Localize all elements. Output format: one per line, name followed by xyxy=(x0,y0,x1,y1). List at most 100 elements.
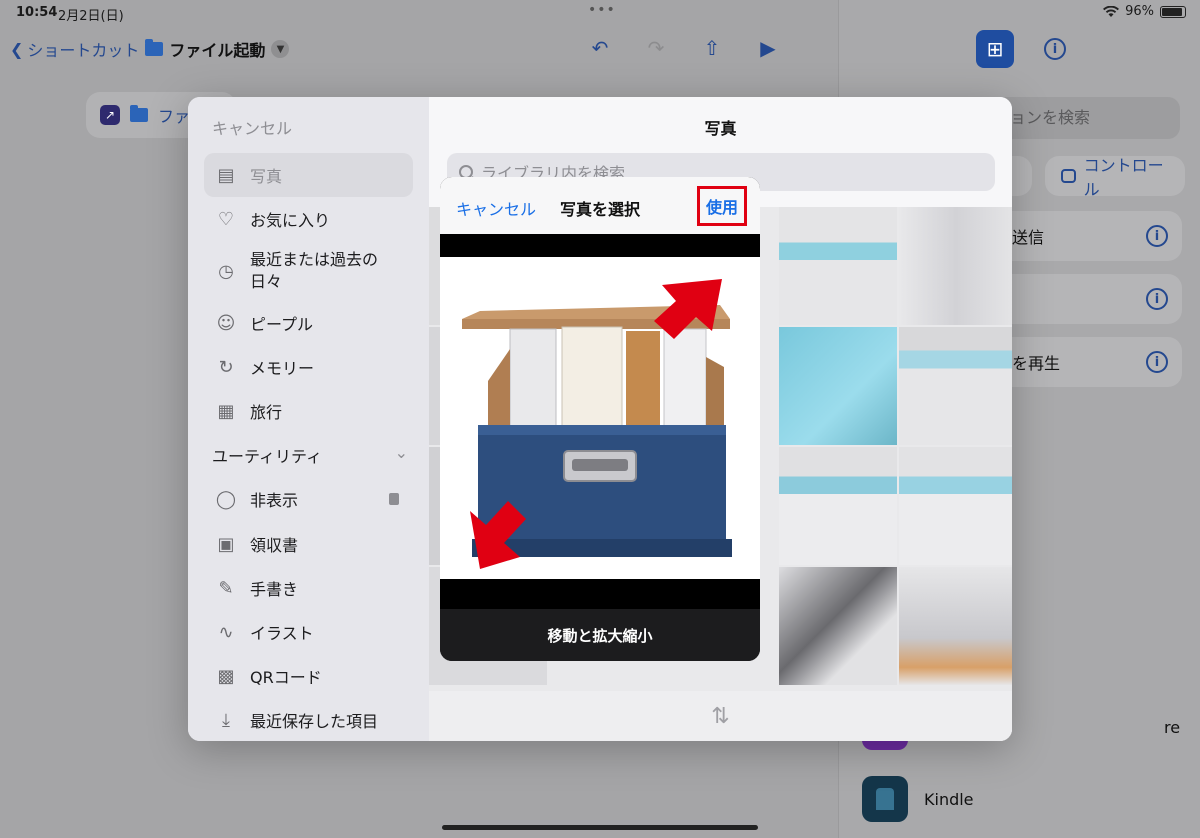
share-icon[interactable]: ⇧ xyxy=(700,36,724,60)
sidebar-item-trips[interactable]: ▦ 旅行 xyxy=(204,399,413,423)
scribble-icon: ∿ xyxy=(218,621,234,643)
info-icon[interactable]: i xyxy=(1146,225,1168,247)
crop-cancel-button[interactable]: キャンセル xyxy=(456,196,536,220)
crop-title: 写真を選択 xyxy=(560,200,641,219)
sidebar-item-label: 写真 xyxy=(250,167,283,186)
sidebar-item-handwriting[interactable]: ✎ 手書き xyxy=(204,576,413,600)
sidebar-item-label: 最近または過去の日々 xyxy=(250,250,379,291)
info-icon[interactable]: i xyxy=(1146,351,1168,373)
sidebar-item-label: 非表示 xyxy=(250,491,299,510)
picker-sidebar: キャンセル ▤ 写真 ♡ お気に入り ◷ 最近または過去の日々 ☺ ピープル ↻… xyxy=(188,97,429,741)
photo-thumbnail[interactable] xyxy=(899,327,1012,445)
sidebar-item-label: QRコード xyxy=(250,668,322,687)
download-icon: ⤓ xyxy=(222,709,230,731)
status-bar: 10:54 2月2日(日) ••• 96% xyxy=(0,0,1200,26)
sidebar-item-label: メモリー xyxy=(250,359,315,378)
photo-thumbnail[interactable] xyxy=(899,447,1012,565)
photo-thumbnail[interactable] xyxy=(779,567,897,685)
status-date: 2月2日(日) xyxy=(58,9,124,24)
folder-icon xyxy=(145,39,164,56)
sidebar-item-illustrations[interactable]: ∿ イラスト xyxy=(204,620,413,644)
battery-icon xyxy=(1160,5,1186,18)
heart-icon: ♡ xyxy=(217,208,235,230)
sidebar-item-hidden[interactable]: ◯ 非表示 xyxy=(204,487,413,511)
selected-photo-file-box[interactable] xyxy=(440,257,760,579)
sidebar-item-recently-saved[interactable]: ⤓ 最近保存した項目 xyxy=(204,708,413,732)
sidebar-item-recent-days[interactable]: ◷ 最近または過去の日々 xyxy=(204,249,413,293)
sidebar-item-label: 手書き xyxy=(250,580,299,599)
wifi-icon xyxy=(1103,5,1120,17)
battery-percent: 96% xyxy=(1125,4,1154,19)
sort-toggle-icon[interactable]: ⇅ xyxy=(429,691,1012,741)
sidebar-item-photos[interactable]: ▤ 写真 xyxy=(204,153,413,197)
chevron-down-icon[interactable]: ▼ xyxy=(271,40,290,58)
suitcase-icon: ▦ xyxy=(217,400,235,422)
photo-thumbnail[interactable] xyxy=(899,567,1012,685)
panel-tabs: ⊞ i xyxy=(976,30,1066,68)
photo-thumbnail[interactable] xyxy=(779,207,897,325)
eye-slash-icon: ◯ xyxy=(215,488,237,510)
action-library-icon[interactable]: ⊞ xyxy=(976,30,1014,68)
play-icon[interactable]: ▶ xyxy=(756,36,780,60)
sidebar-item-label: 最近保存した項目 xyxy=(250,712,379,731)
action-label: ファ xyxy=(158,107,191,126)
crop-photo-dialog: キャンセル 写真を選択 使用 移動と拡大縮小 xyxy=(440,177,760,661)
undo-icon[interactable]: ↶ xyxy=(588,36,612,60)
info-icon[interactable]: i xyxy=(1146,288,1168,310)
info-icon[interactable]: i xyxy=(1044,38,1066,60)
sidebar-item-label: ピープル xyxy=(250,315,314,334)
use-button-label: 使用 xyxy=(705,198,738,217)
photo-thumbnail[interactable] xyxy=(779,447,897,565)
chevron-left-icon: ❮ xyxy=(10,39,24,59)
sidebar-item-receipts[interactable]: ▣ 領収書 xyxy=(204,532,413,556)
action-row-label: 送信 xyxy=(1012,228,1045,247)
picker-cancel-button[interactable]: キャンセル xyxy=(212,115,292,139)
home-indicator[interactable] xyxy=(442,825,758,830)
utilities-section-header[interactable]: ユーティリティ ⌄ xyxy=(212,443,408,467)
chip-label: コントロール xyxy=(1083,156,1164,199)
pencil-icon: ✎ xyxy=(218,577,234,599)
sidebar-item-label: お気に入り xyxy=(250,211,331,230)
shortcut-title[interactable]: ファイル起動 xyxy=(169,37,265,61)
redo-icon[interactable]: ↷ xyxy=(644,36,668,60)
open-arrow-icon: ↗ xyxy=(100,105,120,125)
status-indicators: 96% xyxy=(1103,4,1186,19)
back-button[interactable]: ❮ ショートカット xyxy=(10,37,139,61)
sidebar-item-memories[interactable]: ↻ メモリー xyxy=(204,355,413,379)
person-icon: ☺ xyxy=(216,312,236,334)
sidebar-item-people[interactable]: ☺ ピープル xyxy=(204,311,413,335)
back-label: ショートカット xyxy=(27,41,140,60)
folder-icon xyxy=(130,105,148,122)
nav-bar: ❮ ショートカット ファイル起動 ▼ xyxy=(10,34,290,64)
app-row-kindle[interactable]: Kindle xyxy=(862,776,974,822)
action-row-label: を再生 xyxy=(1012,354,1061,373)
chevron-down-icon: ⌄ xyxy=(394,443,408,462)
use-button[interactable]: 使用 xyxy=(697,186,747,226)
action-row[interactable]: を再生 i xyxy=(1012,337,1182,387)
action-row[interactable]: i xyxy=(1012,274,1182,324)
section-title: ユーティリティ xyxy=(212,447,323,466)
toggle-icon xyxy=(1061,169,1076,183)
photos-stack-icon: ▤ xyxy=(217,164,235,186)
lock-icon xyxy=(389,493,399,505)
crop-header: キャンセル 写真を選択 使用 xyxy=(440,177,760,234)
cart-icon: ▣ xyxy=(217,533,235,555)
action-row[interactable]: 送信 i xyxy=(1012,211,1182,261)
sidebar-item-favorites[interactable]: ♡ お気に入り xyxy=(204,207,413,231)
app-label: re xyxy=(1164,717,1181,737)
sidebar-item-qr-codes[interactable]: ▩ QRコード xyxy=(204,664,413,688)
sidebar-item-label: 領収書 xyxy=(250,536,299,555)
memories-icon: ↻ xyxy=(218,356,234,378)
qr-icon: ▩ xyxy=(217,665,235,687)
move-and-scale-label: 移動と拡大縮小 xyxy=(440,609,760,661)
kindle-app-icon xyxy=(862,776,908,822)
app-label: Kindle xyxy=(924,789,974,809)
photo-thumbnail[interactable] xyxy=(899,207,1012,325)
photo-thumbnail[interactable] xyxy=(779,327,897,445)
library-title: 写真 xyxy=(704,119,737,138)
sidebar-item-label: イラスト xyxy=(250,624,314,643)
multitasking-dots-icon[interactable]: ••• xyxy=(588,2,616,18)
status-time: 10:54 xyxy=(16,5,58,20)
control-chip[interactable]: コントロール xyxy=(1045,156,1185,199)
editor-toolbar: ↶ ↷ ⇧ ▶ xyxy=(588,36,780,60)
